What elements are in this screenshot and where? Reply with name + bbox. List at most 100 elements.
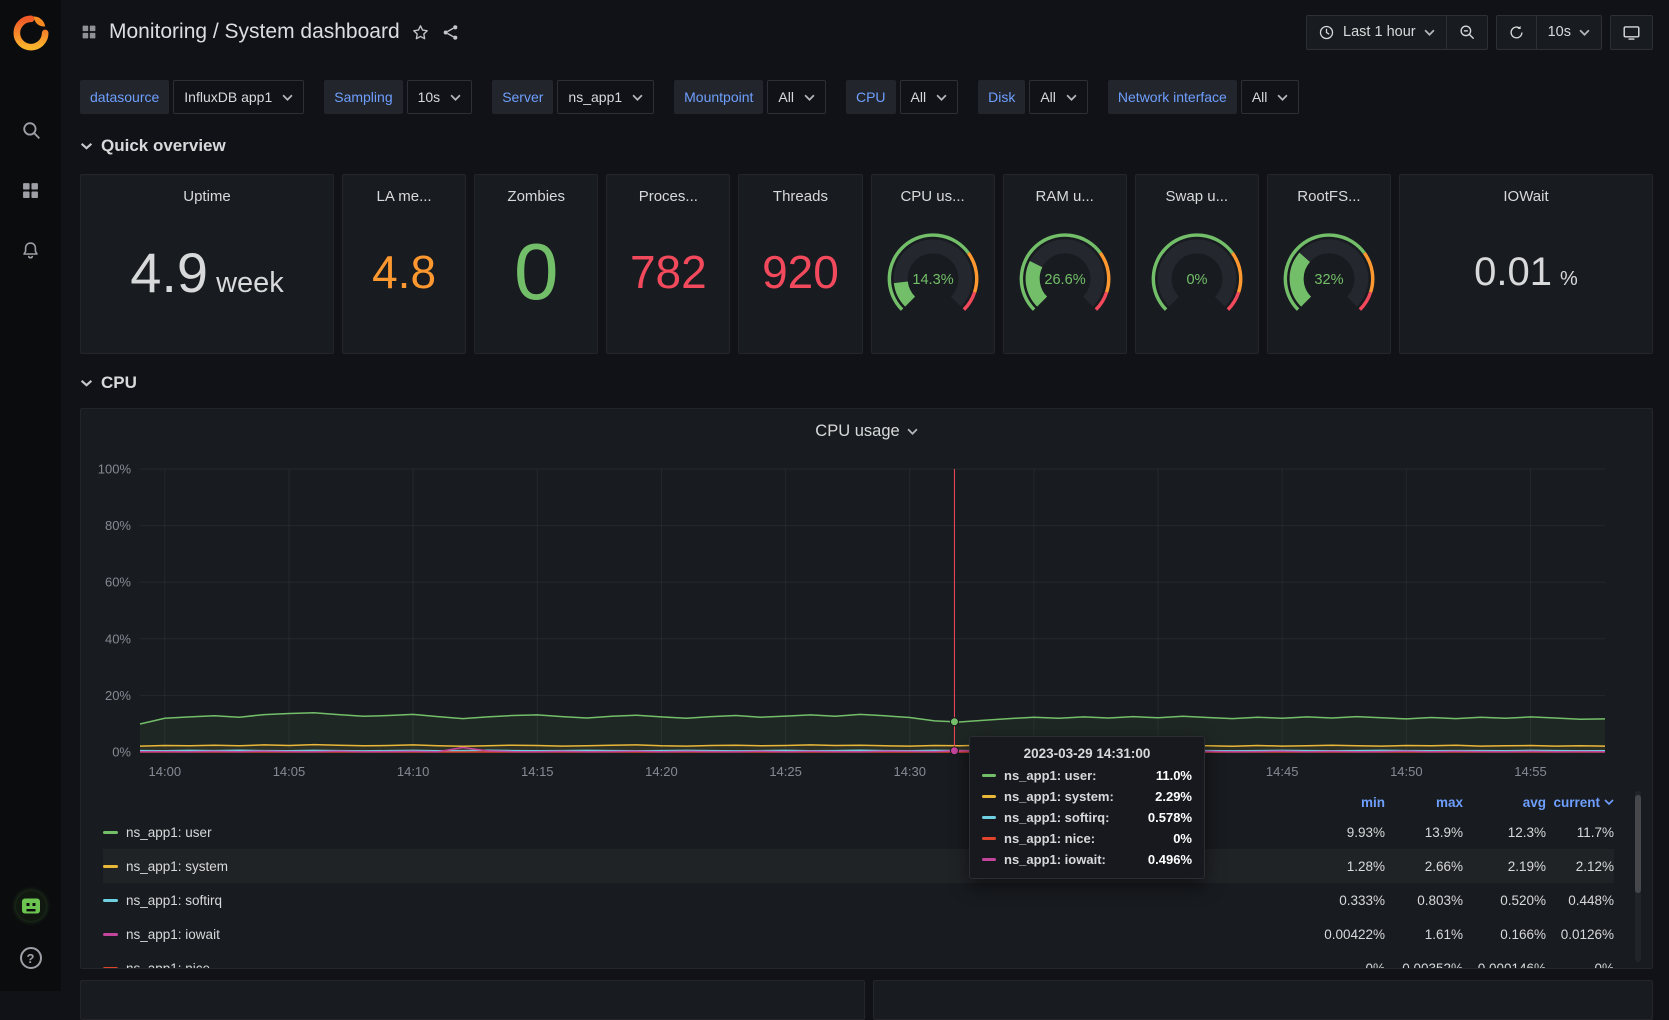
variable-value-dropdown[interactable]: All xyxy=(1029,80,1088,114)
panel-title[interactable]: Proces... xyxy=(607,175,729,205)
tooltip-series-value: 11.0% xyxy=(1156,768,1192,783)
chevron-down-icon xyxy=(1277,94,1288,101)
svg-text:14:55: 14:55 xyxy=(1514,764,1547,779)
panel-title[interactable]: RAM u... xyxy=(1004,175,1126,205)
legend-series-name[interactable]: ns_app1: user xyxy=(126,825,212,840)
stat-number: 4.9 xyxy=(130,240,208,305)
refresh-interval-dropdown[interactable]: 10s xyxy=(1536,15,1602,50)
legend-sort-min[interactable]: min xyxy=(1305,795,1385,810)
dashboard-squares-icon[interactable] xyxy=(80,23,98,41)
panel-title[interactable]: Swap u... xyxy=(1136,175,1258,205)
tooltip-series-value: 2.29% xyxy=(1155,789,1192,804)
panel-title[interactable]: Threads xyxy=(739,175,861,205)
chevron-down-icon xyxy=(1066,94,1077,101)
legend-avg-value: 0.520% xyxy=(1463,893,1546,908)
stat-number: 782 xyxy=(630,245,707,299)
stat-number: 0 xyxy=(514,226,559,318)
chart-tooltip: 2023-03-29 14:31:00 ns_app1: user:11.0%n… xyxy=(969,736,1205,879)
legend-series-name[interactable]: ns_app1: nice xyxy=(126,961,210,970)
grafana-logo-icon[interactable] xyxy=(11,13,51,53)
variable-value-dropdown[interactable]: ns_app1 xyxy=(557,80,654,114)
refresh-button[interactable] xyxy=(1496,15,1537,50)
variable-mountpoint: MountpointAll xyxy=(674,80,826,114)
tooltip-rows: ns_app1: user:11.0%ns_app1: system:2.29%… xyxy=(982,768,1192,867)
legend-series-name[interactable]: ns_app1: softirq xyxy=(126,893,222,908)
cpu-usage-chart[interactable]: 0%20%40%60%80%100%14:0014:0514:1014:1514… xyxy=(81,453,1652,789)
legend-scrollbar-thumb[interactable] xyxy=(1635,795,1641,893)
alerting-bell-icon[interactable] xyxy=(18,237,44,263)
stat-value: 0 xyxy=(475,205,597,353)
svg-text:14:45: 14:45 xyxy=(1266,764,1299,779)
tv-kiosk-button[interactable] xyxy=(1610,15,1653,50)
help-icon[interactable]: ? xyxy=(20,947,42,969)
legend-series-name[interactable]: ns_app1: iowait xyxy=(126,927,220,942)
panel-title-cpu-usage[interactable]: CPU usage xyxy=(81,409,1652,453)
chevron-down-icon xyxy=(80,379,93,387)
variable-value-dropdown[interactable]: All xyxy=(767,80,826,114)
legend-current-value: 0.448% xyxy=(1546,893,1614,908)
stats-row: Uptime4.9weekLA me...4.8Zombies0Proces..… xyxy=(80,174,1653,354)
share-icon[interactable] xyxy=(441,23,460,42)
search-icon[interactable] xyxy=(18,117,44,143)
panel-title[interactable]: Uptime xyxy=(81,175,333,205)
stat-panel-la-me: LA me...4.8 xyxy=(342,174,466,354)
dashboards-grid-icon[interactable] xyxy=(18,177,44,203)
panel-title[interactable]: LA me... xyxy=(343,175,465,205)
legend-body: ns_app1: user9.93%13.9%12.3%11.7%ns_app1… xyxy=(103,815,1614,969)
user-avatar-icon[interactable] xyxy=(16,891,46,921)
legend: minmaxavgcurrent ns_app1: user9.93%13.9%… xyxy=(81,789,1652,969)
star-icon[interactable] xyxy=(411,23,430,42)
crosshair-point-ns-app1-iowait xyxy=(950,747,958,755)
stat-unit: % xyxy=(1560,268,1578,291)
monitor-icon xyxy=(1622,23,1641,42)
legend-row: ns_app1: nice0%0.00352%0.000146%0% xyxy=(103,951,1614,969)
legend-max-value: 1.61% xyxy=(1385,927,1463,942)
chevron-down-icon xyxy=(1424,29,1435,36)
legend-min-value: 0.333% xyxy=(1305,893,1385,908)
legend-row: ns_app1: iowait0.00422%1.61%0.166%0.0126… xyxy=(103,917,1614,951)
variable-label: Server xyxy=(492,80,553,114)
section-title: CPU xyxy=(101,373,137,393)
zoom-out-icon xyxy=(1458,23,1476,41)
legend-sort-current[interactable]: current xyxy=(1546,795,1614,810)
legend-sort-max[interactable]: max xyxy=(1385,795,1463,810)
section-title: Quick overview xyxy=(101,136,226,156)
svg-text:80%: 80% xyxy=(105,518,131,533)
gauge-value-label: 0% xyxy=(1186,272,1207,288)
series-color-swatch xyxy=(982,858,996,861)
panel-title[interactable]: Zombies xyxy=(475,175,597,205)
variable-value-dropdown[interactable]: 10s xyxy=(407,80,473,114)
time-range-picker[interactable]: Last 1 hour xyxy=(1306,15,1447,50)
variable-value-dropdown[interactable]: InfluxDB app1 xyxy=(173,80,304,114)
svg-text:14:05: 14:05 xyxy=(273,764,306,779)
panel-title[interactable]: RootFS... xyxy=(1268,175,1390,205)
gauge-value-label: 14.3% xyxy=(912,272,953,288)
tooltip-row: ns_app1: iowait:0.496% xyxy=(982,852,1192,867)
legend-row: ns_app1: user9.93%13.9%12.3%11.7% xyxy=(103,815,1614,849)
section-quick-overview[interactable]: Quick overview xyxy=(80,136,1653,156)
variable-value-dropdown[interactable]: All xyxy=(1241,80,1300,114)
variable-value-dropdown[interactable]: All xyxy=(900,80,959,114)
variable-label: datasource xyxy=(80,80,169,114)
series-color-swatch xyxy=(103,831,118,834)
legend-min-value: 0% xyxy=(1305,961,1385,970)
variable-cpu: CPUAll xyxy=(846,80,958,114)
panel-title-text: CPU usage xyxy=(815,422,899,441)
section-cpu[interactable]: CPU xyxy=(80,373,1653,393)
zoom-out-time-button[interactable] xyxy=(1446,15,1488,50)
tooltip-timestamp: 2023-03-29 14:31:00 xyxy=(982,746,1192,761)
gauge-value-label: 26.6% xyxy=(1044,272,1085,288)
legend-current-value: 2.12% xyxy=(1546,859,1614,874)
stat-number: 0.01 xyxy=(1474,250,1552,295)
gauge: 14.3% xyxy=(872,205,994,353)
panel-title[interactable]: CPU us... xyxy=(872,175,994,205)
series-color-swatch xyxy=(982,837,996,840)
legend-sort-avg[interactable]: avg xyxy=(1463,795,1546,810)
legend-series-name[interactable]: ns_app1: system xyxy=(126,859,228,874)
tooltip-row: ns_app1: softirq:0.578% xyxy=(982,810,1192,825)
refresh-interval-label: 10s xyxy=(1548,24,1571,40)
chevron-down-icon xyxy=(80,142,93,150)
stat-panel-swap-u: Swap u... 0% xyxy=(1135,174,1259,354)
panel-title[interactable]: IOWait xyxy=(1400,175,1652,205)
legend-min-value: 9.93% xyxy=(1305,825,1385,840)
